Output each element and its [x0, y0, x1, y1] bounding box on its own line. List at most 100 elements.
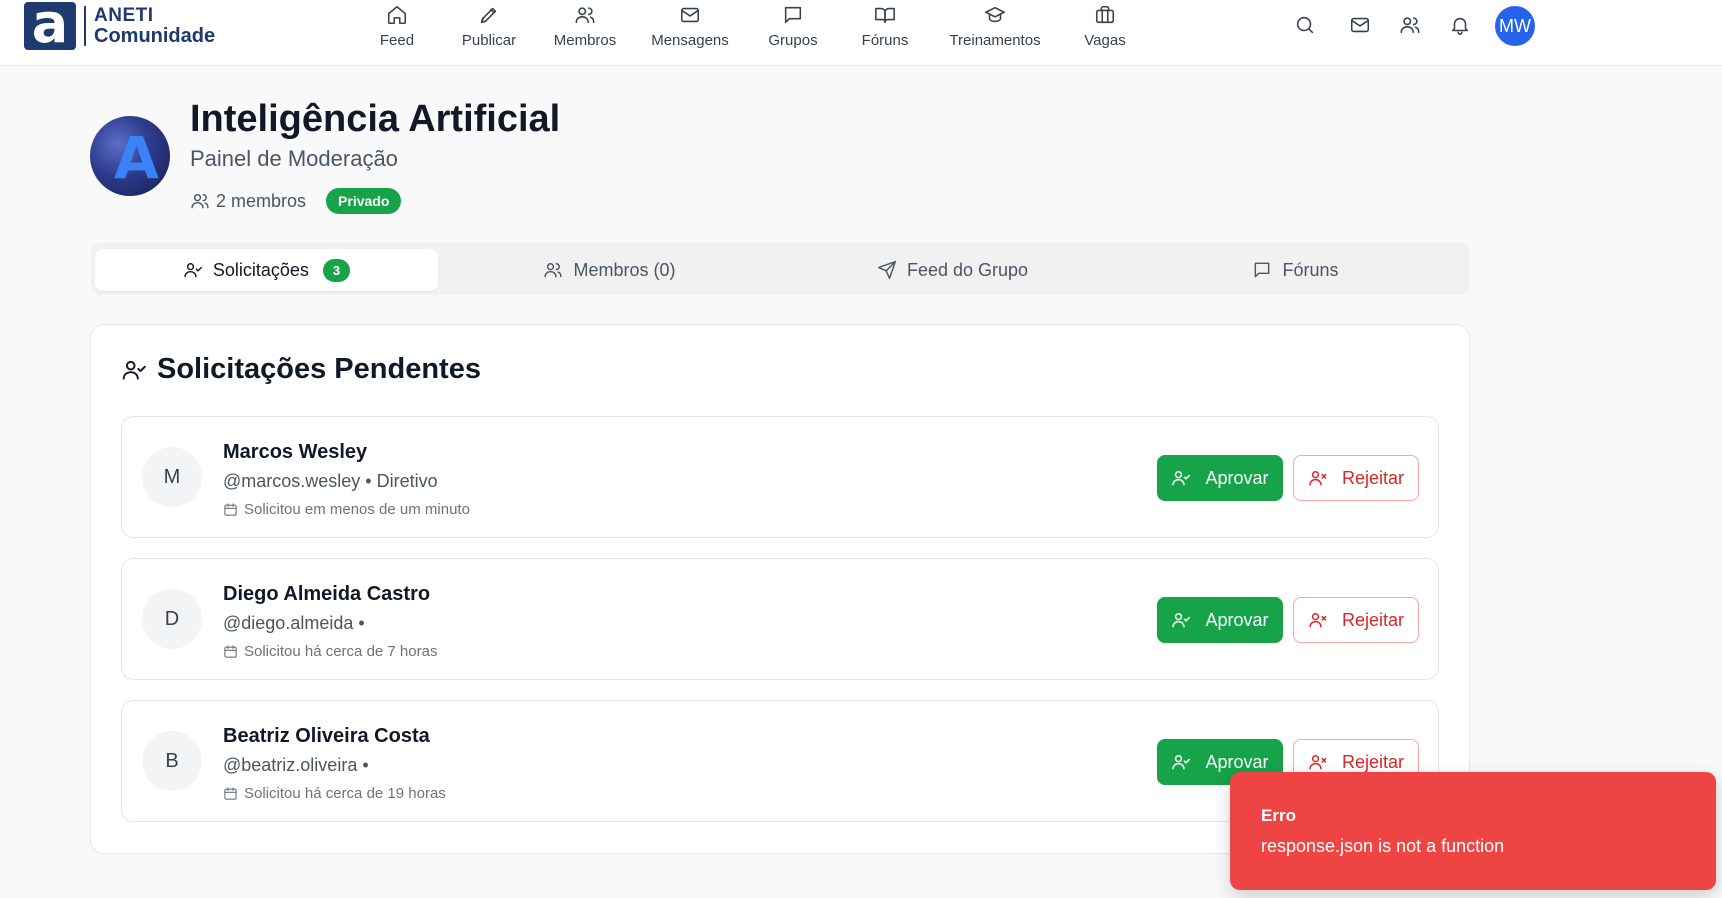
request-time: Solicitou há cerca de 19 horas [223, 785, 446, 802]
nav-item-treinamentos[interactable]: Treinamentos [940, 2, 1050, 49]
nav-item-mensagens[interactable]: Mensagens [635, 2, 745, 49]
nav-label-vagas: Vagas [1084, 32, 1126, 49]
requester-handle: @beatriz.oliveira • [223, 755, 369, 775]
logo-line2: Comunidade [94, 25, 216, 47]
user-check-icon [184, 263, 202, 278]
nav-label-feed: Feed [379, 32, 415, 49]
send-icon [877, 260, 896, 280]
reject-button[interactable]: Rejeitar [1293, 455, 1419, 501]
bell-icon [1451, 17, 1469, 35]
logo-divider [84, 6, 86, 46]
request-time-text: Solicitou há cerca de 7 horas [244, 643, 438, 660]
group-title: Inteligência Artificial [190, 98, 561, 140]
message-square-icon [1255, 262, 1270, 278]
toast-message: response.json is not a function [1261, 836, 1505, 856]
notifications-button[interactable] [1449, 14, 1473, 38]
reject-label: Rejeitar [1341, 609, 1405, 630]
pen-icon [480, 7, 497, 24]
group-subtitle: Painel de Moderação [190, 146, 398, 171]
mail-icon [1350, 17, 1370, 33]
users-icon [1400, 17, 1420, 34]
requester-name: Marcos Wesley [223, 441, 368, 463]
nav-item-foruns[interactable]: Fóruns [830, 2, 940, 49]
graduation-cap-icon [985, 6, 1005, 23]
requester-name: Beatriz Oliveira Costa [223, 725, 430, 747]
logo-mark: a [24, 0, 76, 51]
home-icon [387, 5, 407, 25]
book-open-icon [875, 7, 895, 24]
users-icon [544, 263, 563, 278]
search-button[interactable] [1294, 14, 1318, 38]
pending-requests-heading: Solicitações Pendentes [157, 353, 481, 385]
group-avatar-letter: A [114, 124, 159, 192]
connections-button[interactable] [1399, 14, 1423, 38]
request-row: D Diego Almeida Castro @diego.almeida • … [121, 558, 1439, 680]
nav-item-vagas[interactable]: Vagas [1050, 2, 1160, 49]
approve-button[interactable]: Aprovar [1157, 597, 1283, 643]
reject-button[interactable]: Rejeitar [1293, 597, 1419, 643]
tab-feed-do-grupo[interactable]: Feed do Grupo [781, 249, 1124, 291]
request-time: Solicitou em menos de um minuto [223, 501, 470, 518]
users-icon [191, 194, 209, 209]
calendar-icon [224, 787, 237, 800]
user-check-icon [1172, 613, 1191, 628]
requester-avatar: B [142, 731, 202, 791]
nav-label-foruns: Fóruns [861, 32, 909, 49]
requester-name: Diego Almeida Castro [223, 583, 431, 605]
moderation-tabs: Solicitações 3 Membros (0) Feed do Grupo… [91, 243, 1470, 295]
reject-label: Rejeitar [1341, 751, 1405, 772]
mail-icon [680, 7, 700, 23]
logo-text: ANETI Comunidade [94, 5, 216, 47]
top-navigation-bar: a ANETI Comunidade Feed Publicar Membros… [0, 0, 1722, 66]
message-square-icon [784, 6, 802, 24]
requester-handle: @marcos.wesley • Diretivo [223, 471, 438, 491]
approve-button[interactable]: Aprovar [1157, 455, 1283, 501]
tab-label-feed: Feed do Grupo [906, 259, 1029, 280]
request-row: M Marcos Wesley @marcos.wesley • Diretiv… [121, 416, 1439, 538]
users-icon [575, 7, 595, 24]
user-check-icon [1172, 755, 1191, 770]
nav-label-grupos: Grupos [768, 32, 818, 49]
group-meta: 2 membros Privado [190, 188, 402, 214]
logo-line1: ANETI [94, 5, 154, 26]
user-x-icon [1309, 471, 1327, 486]
pending-requests-title: Solicitações Pendentes [121, 353, 481, 386]
nav-label-publicar: Publicar [461, 32, 517, 49]
nav-label-mensagens: Mensagens [651, 32, 729, 49]
nav-item-publicar[interactable]: Publicar [434, 2, 544, 49]
aneti-logo[interactable]: a ANETI Comunidade [24, 0, 216, 51]
approve-label: Aprovar [1205, 609, 1269, 630]
user-x-icon [1309, 613, 1327, 628]
reject-label: Rejeitar [1341, 467, 1405, 488]
search-icon [1296, 16, 1314, 34]
user-x-icon [1309, 755, 1327, 770]
error-toast[interactable]: Erro response.json is not a function [1230, 772, 1716, 890]
calendar-icon [224, 645, 237, 658]
group-avatar: A [90, 116, 170, 196]
approve-label: Aprovar [1205, 467, 1269, 488]
tab-solicitacoes[interactable]: Solicitações 3 [95, 249, 438, 291]
request-time-text: Solicitou há cerca de 19 horas [244, 785, 446, 802]
nav-label-treinamentos: Treinamentos [949, 32, 1041, 49]
briefcase-icon [1095, 5, 1115, 24]
requester-avatar: D [142, 589, 202, 649]
user-check-icon [1172, 471, 1191, 486]
tab-foruns[interactable]: Fóruns [1124, 249, 1467, 291]
user-check-icon [122, 360, 146, 380]
messages-button[interactable] [1349, 14, 1373, 38]
request-time-text: Solicitou em menos de um minuto [244, 501, 470, 518]
approve-label: Aprovar [1205, 751, 1269, 772]
tab-badge-solicitacoes: 3 [322, 258, 351, 282]
members-count: 2 membros [216, 190, 307, 211]
tab-label-foruns: Fóruns [1282, 259, 1339, 280]
nav-item-membros[interactable]: Membros [530, 2, 640, 49]
user-avatar[interactable]: MW [1495, 6, 1535, 46]
calendar-icon [224, 503, 237, 516]
tab-label-solicitacoes: Solicitações [212, 259, 309, 280]
request-time: Solicitou há cerca de 7 horas [223, 643, 437, 660]
nav-label-membros: Membros [553, 32, 617, 49]
tab-label-membros: Membros (0) [573, 259, 676, 280]
requester-handle: @diego.almeida • [223, 613, 365, 633]
tab-membros[interactable]: Membros (0) [438, 249, 781, 291]
requester-avatar: M [142, 447, 202, 507]
